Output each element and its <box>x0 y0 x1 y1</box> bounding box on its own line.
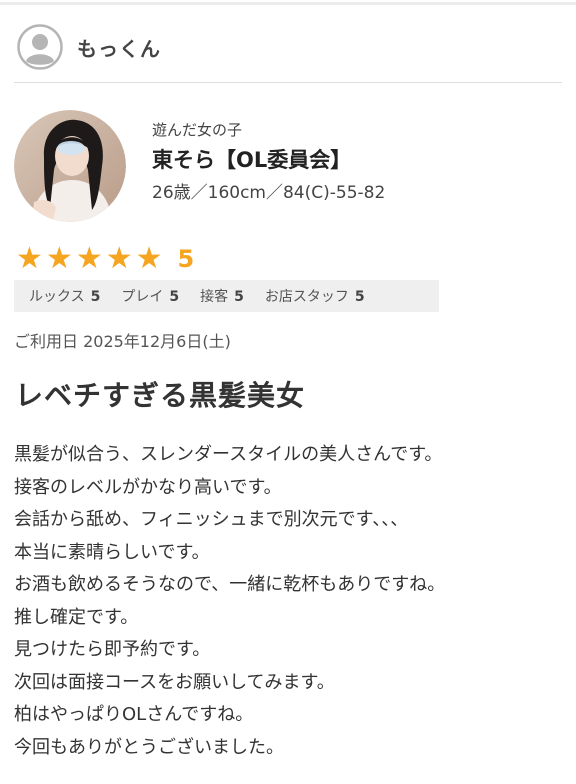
sub-rating-score: 5 <box>234 289 244 305</box>
star-icon: ★ <box>16 241 43 276</box>
girl-stats: 26歳／160cm／84(C)-55-82 <box>152 183 386 203</box>
rating-score: 5 <box>177 245 195 273</box>
sub-rating-label: プレイ <box>121 289 164 305</box>
sub-rating-score: 5 <box>169 289 180 305</box>
divider <box>14 82 562 83</box>
reviewer-name[interactable]: もっくん <box>77 33 161 62</box>
girl-avatar[interactable] <box>14 110 126 222</box>
review-line: 接客のレベルがかなり高いです。 <box>14 476 282 498</box>
review-line: 柏はやっぱりOLさんですね。 <box>14 704 254 725</box>
review-line: 本当に素晴らしいです。 <box>14 541 210 563</box>
sub-ratings: ルックス 5 プレイ 5 接客 5 お店スタッフ 5 <box>14 280 439 312</box>
review-body: 黒髪が似合う、スレンダースタイルの美人さんです。 接客のレベルがかなり高いです。… <box>14 439 564 764</box>
sub-rating-label: 接客 <box>200 289 229 305</box>
sub-rating-service: 接客 5 <box>200 286 244 306</box>
sub-rating-label: お店スタッフ <box>264 289 349 305</box>
star-icon: ★ <box>75 241 103 276</box>
reviewer-header: もっくん <box>17 24 161 70</box>
sub-rating-score: 5 <box>354 289 365 305</box>
review-line: 今回もありがとうございました。 <box>14 736 284 758</box>
user-circle-icon <box>17 24 63 70</box>
star-icon: ★ <box>105 241 133 276</box>
sub-rating-staff: お店スタッフ 5 <box>265 286 365 306</box>
review-line: 会話から舐め、フィニッシュまで別次元です、、、 <box>14 509 409 530</box>
review-title: レベチすぎる黒髪美女 <box>15 379 306 412</box>
girl-profile: 遊んだ女の子 東そら【OL委員会】 26歳／160cm／84(C)-55-82 <box>14 110 385 222</box>
review-line: お酒も飲めるそうなので、一緒に乾杯もありですね。 <box>14 574 446 595</box>
girl-name[interactable]: 東そら【OL委員会】 <box>152 145 385 175</box>
sub-rating-looks: ルックス 5 <box>29 286 100 306</box>
star-icon: ★ <box>45 241 73 276</box>
review-line: 見つけたら即予約です。 <box>14 639 211 660</box>
played-girl-label: 遊んだ女の子 <box>152 121 243 139</box>
visit-date: ご利用日 2025年12月6日(土) <box>14 332 231 351</box>
sub-rating-label: ルックス <box>29 289 85 305</box>
sub-rating-score: 5 <box>90 289 101 305</box>
review-line: 推し確定です。 <box>14 606 139 628</box>
review-line: 次回は面接コースをお願いしてみます。 <box>14 671 335 693</box>
girl-info: 遊んだ女の子 東そら【OL委員会】 26歳／160cm／84(C)-55-82 <box>152 110 385 205</box>
star-icon: ★ <box>135 241 163 276</box>
sub-rating-play: プレイ 5 <box>121 286 179 306</box>
top-rule <box>0 2 576 5</box>
review-line: 黒髪が似合う、スレンダースタイルの美人さんです。 <box>14 444 443 465</box>
overall-rating: ★ ★ ★ ★ ★ 5 <box>16 243 194 275</box>
